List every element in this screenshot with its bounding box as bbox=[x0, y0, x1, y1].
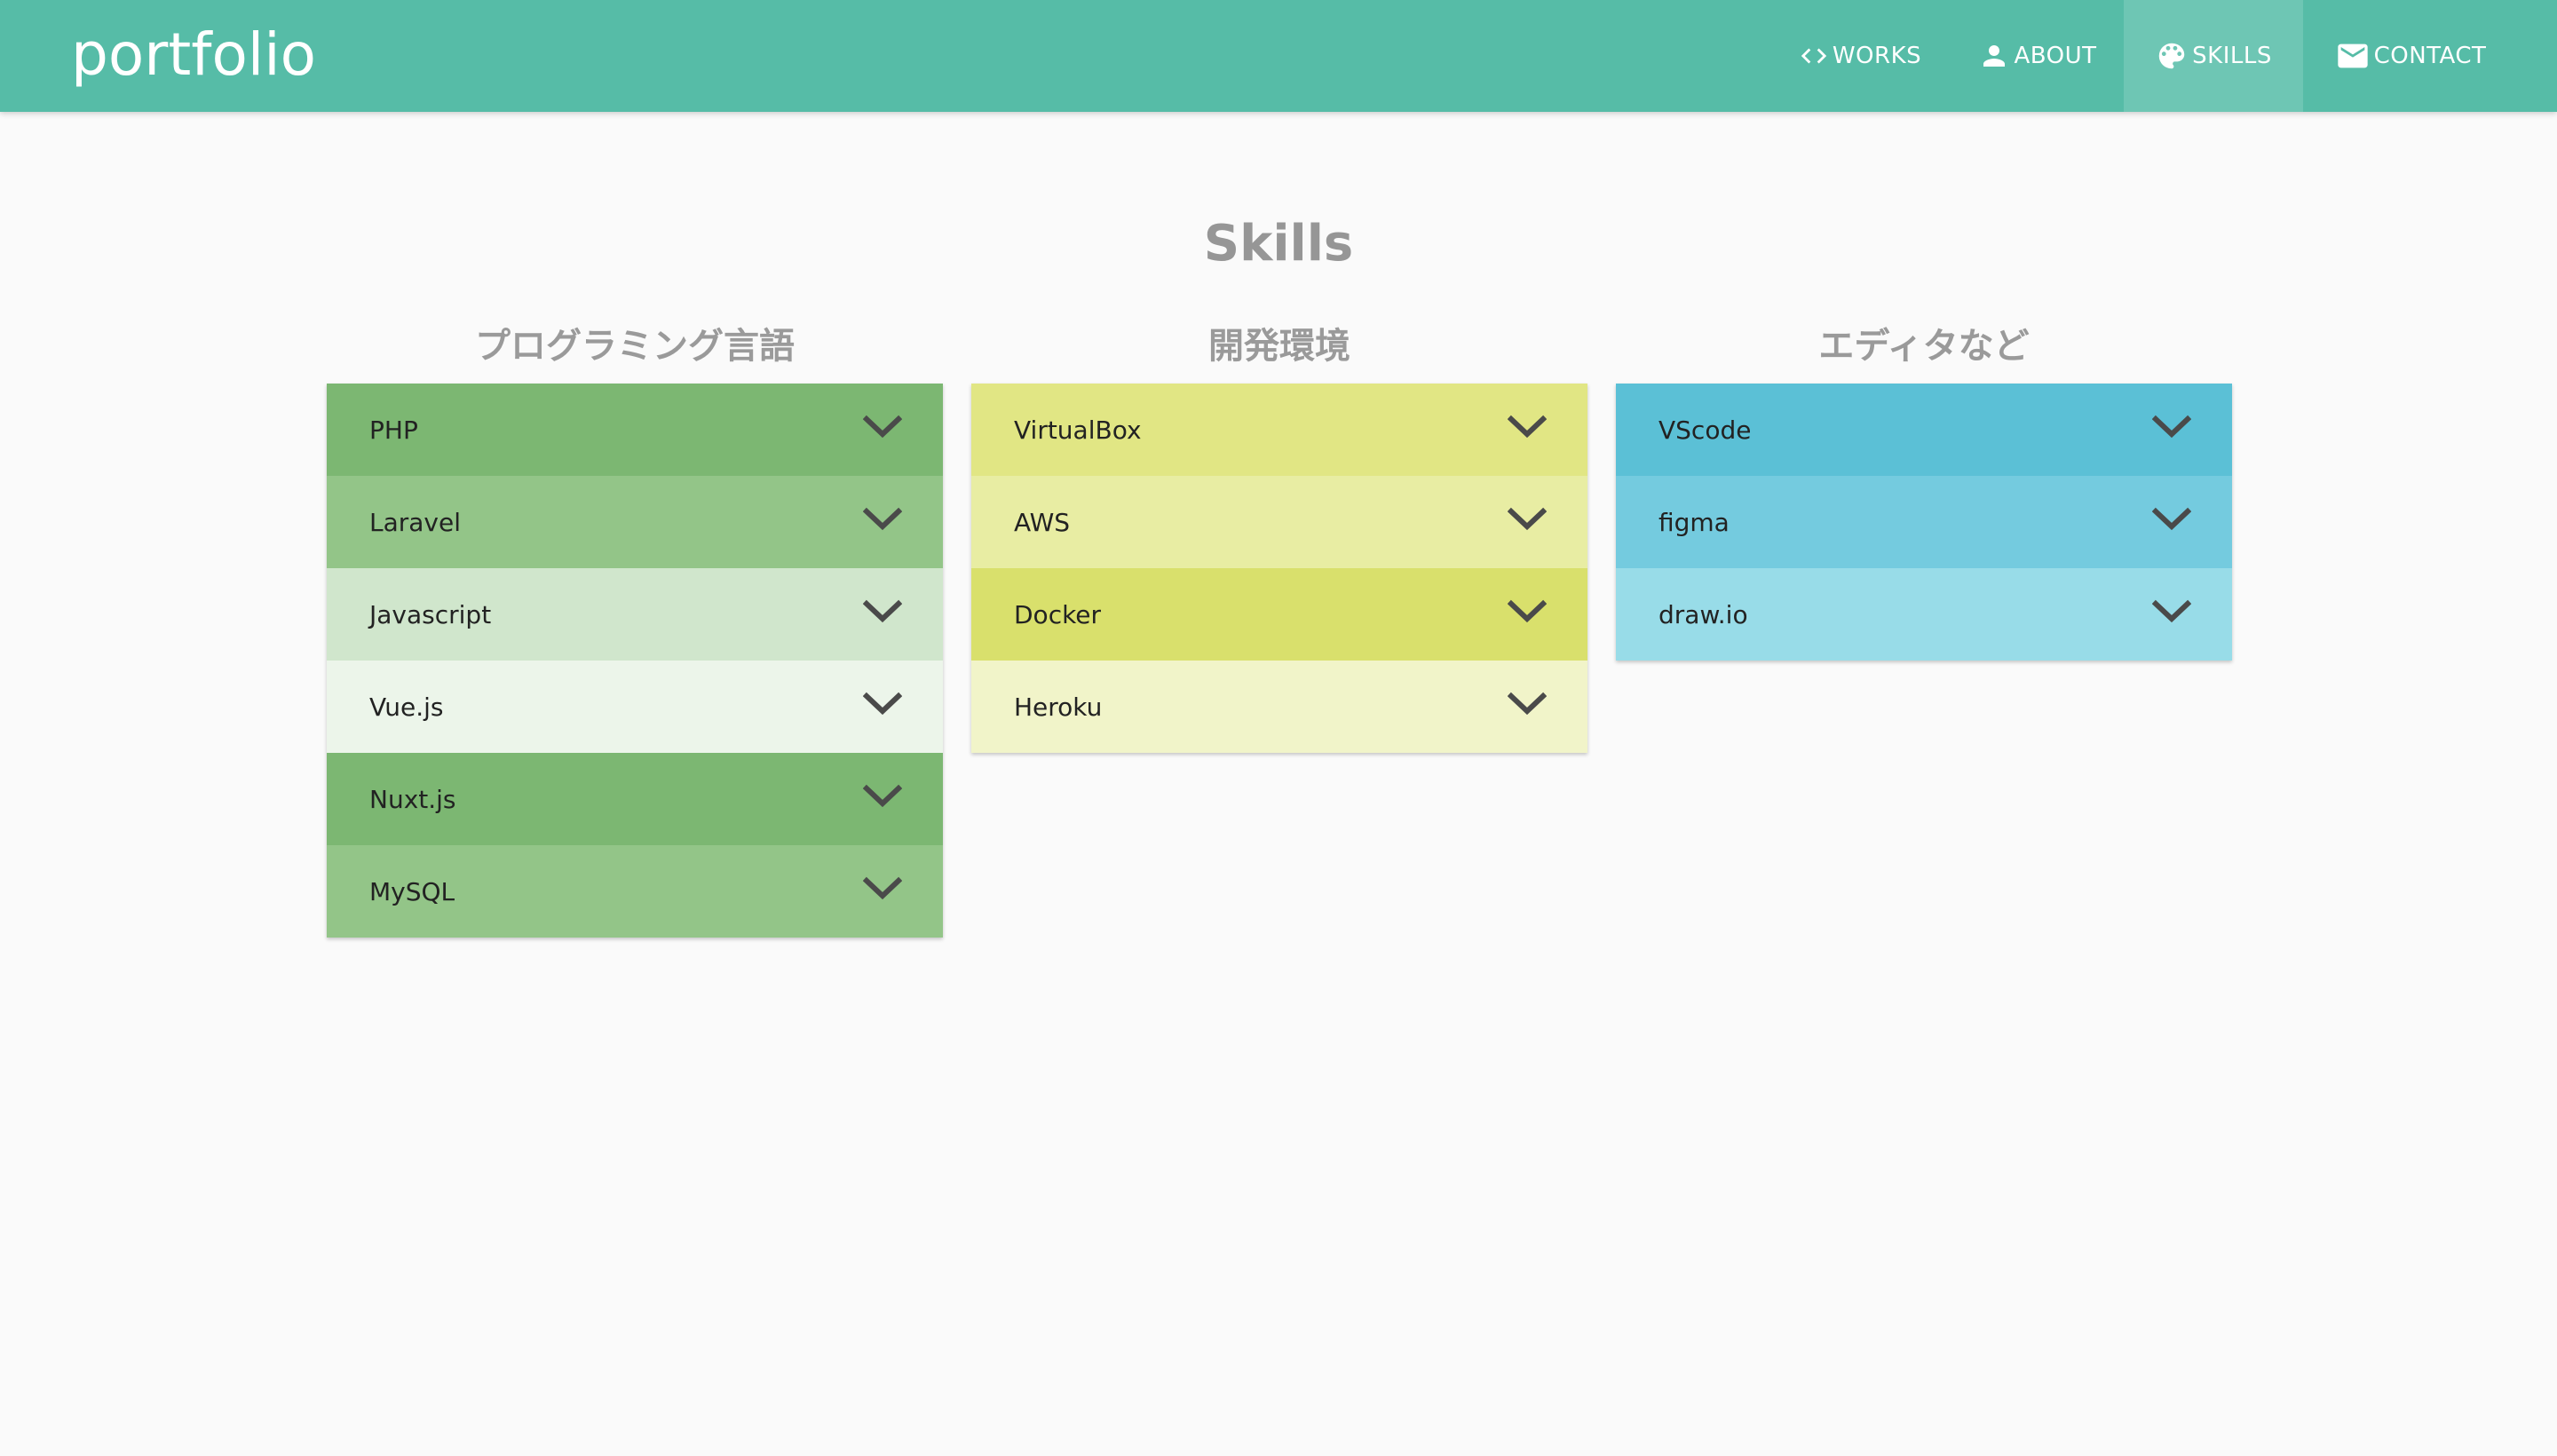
skill-label: MySQL bbox=[369, 876, 455, 906]
chevron-down-icon[interactable] bbox=[1508, 506, 1547, 533]
chevron-down-icon[interactable] bbox=[863, 414, 902, 440]
nav-works-label: WORKS bbox=[1832, 43, 1922, 69]
code-icon bbox=[1801, 48, 1827, 64]
chevron-down-icon[interactable] bbox=[2152, 598, 2191, 625]
chevron-down-icon[interactable] bbox=[863, 875, 902, 902]
chevron-down-icon[interactable] bbox=[863, 598, 902, 625]
skill-row-vuejs[interactable]: Vue.js bbox=[327, 661, 943, 753]
skill-row-heroku[interactable]: Heroku bbox=[971, 661, 1587, 753]
page-title: Skills bbox=[1203, 215, 1354, 273]
skill-row-mysql[interactable]: MySQL bbox=[327, 845, 943, 938]
skill-row-nuxtjs[interactable]: Nuxt.js bbox=[327, 753, 943, 845]
chevron-down-icon[interactable] bbox=[2152, 414, 2191, 440]
skill-row-php[interactable]: PHP bbox=[327, 384, 943, 476]
skill-label: Javascript bbox=[369, 599, 492, 629]
skill-row-laravel[interactable]: Laravel bbox=[327, 476, 943, 568]
skill-label: AWS bbox=[1014, 507, 1071, 537]
skill-label: Laravel bbox=[369, 507, 462, 537]
person-icon bbox=[1983, 45, 2006, 67]
skill-label: VirtualBox bbox=[1014, 415, 1142, 445]
skill-label: figma bbox=[1658, 507, 1730, 537]
skills-panel-editors: VScode figma draw.io bbox=[1616, 384, 2232, 661]
skill-label: Nuxt.js bbox=[369, 784, 456, 814]
skill-row-docker[interactable]: Docker bbox=[971, 568, 1587, 661]
skill-label: draw.io bbox=[1658, 599, 1748, 629]
chevron-down-icon[interactable] bbox=[1508, 598, 1547, 625]
chevron-down-icon[interactable] bbox=[863, 783, 902, 810]
skill-label: Vue.js bbox=[369, 692, 444, 722]
column-title-languages: プログラミング言語 bbox=[475, 326, 795, 367]
top-navbar: portfolio WORKS ABOUT SKILLS CONTACT bbox=[0, 0, 2557, 112]
skill-row-figma[interactable]: figma bbox=[1616, 476, 2232, 568]
nav-about[interactable]: ABOUT bbox=[1953, 0, 2122, 112]
chevron-down-icon[interactable] bbox=[1508, 691, 1547, 717]
skill-label: Docker bbox=[1014, 599, 1102, 629]
chevron-down-icon[interactable] bbox=[1508, 414, 1547, 440]
skill-row-drawio[interactable]: draw.io bbox=[1616, 568, 2232, 661]
column-title-editors: エディタなど bbox=[1818, 326, 2030, 367]
column-title-environment: 開発環境 bbox=[1208, 326, 1350, 367]
chevron-down-icon[interactable] bbox=[2152, 506, 2191, 533]
chevron-down-icon[interactable] bbox=[863, 506, 902, 533]
mail-icon bbox=[2337, 44, 2368, 68]
skills-panel-environment: VirtualBox AWS Docker Heroku bbox=[971, 384, 1587, 753]
nav-skills[interactable]: SKILLS bbox=[2124, 0, 2303, 112]
nav-contact-label: CONTACT bbox=[2373, 43, 2487, 69]
skill-label: PHP bbox=[369, 415, 418, 445]
nav-contact[interactable]: CONTACT bbox=[2312, 0, 2509, 112]
palette-icon bbox=[2158, 43, 2185, 69]
nav-works[interactable]: WORKS bbox=[1776, 0, 1944, 112]
skill-label: Heroku bbox=[1014, 692, 1103, 722]
brand-logo[interactable]: portfolio bbox=[71, 20, 316, 91]
nav-skills-label: SKILLS bbox=[2192, 43, 2272, 69]
skill-row-vscode[interactable]: VScode bbox=[1616, 384, 2232, 476]
chevron-down-icon[interactable] bbox=[863, 691, 902, 717]
nav-about-label: ABOUT bbox=[2014, 43, 2097, 69]
skill-row-virtualbox[interactable]: VirtualBox bbox=[971, 384, 1587, 476]
skills-panel-languages: PHP Laravel Javascript Vue.js Nuxt.js My… bbox=[327, 384, 943, 938]
skill-label: VScode bbox=[1658, 415, 1752, 445]
skill-row-aws[interactable]: AWS bbox=[971, 476, 1587, 568]
skill-row-javascript[interactable]: Javascript bbox=[327, 568, 943, 661]
